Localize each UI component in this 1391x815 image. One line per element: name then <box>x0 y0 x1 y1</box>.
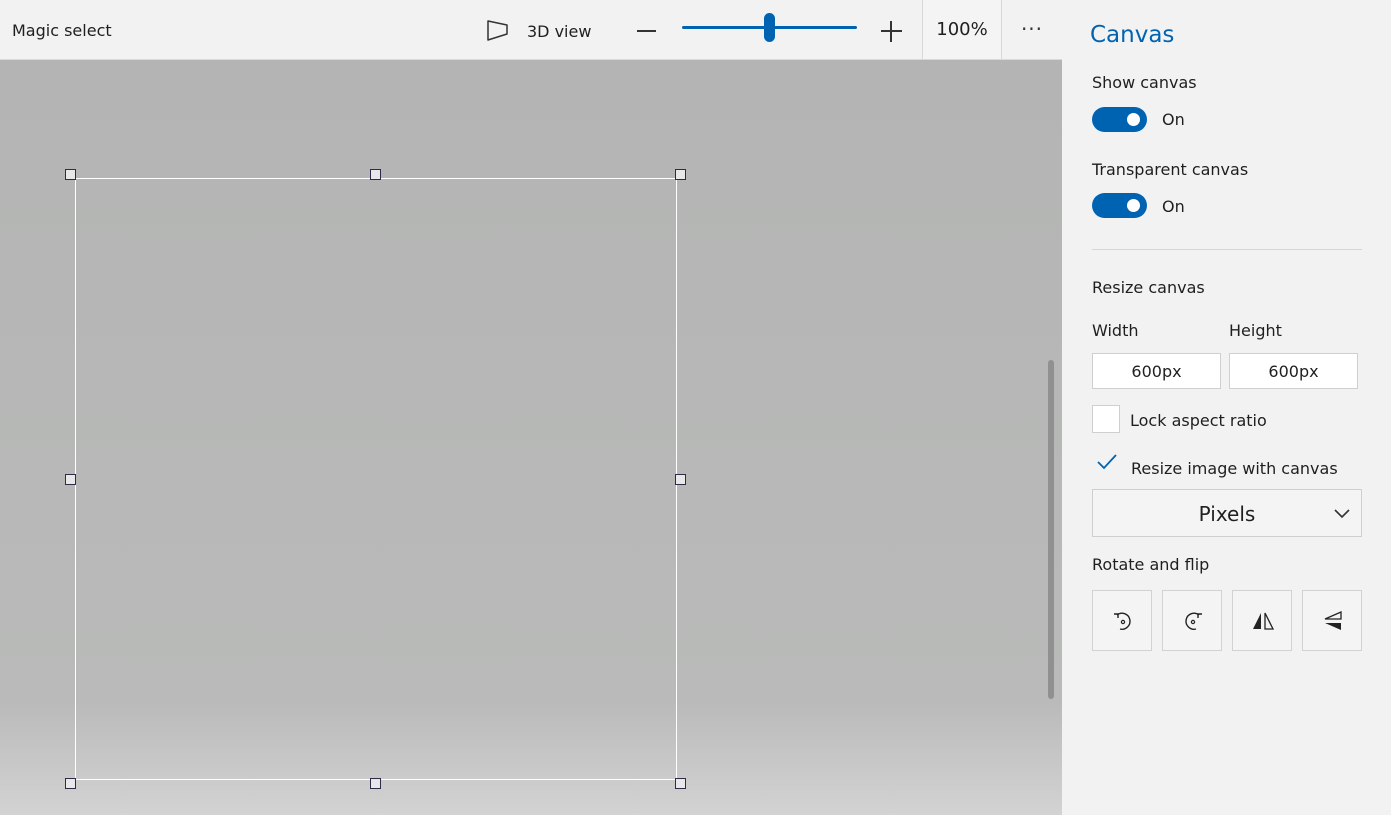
rotate-right-icon <box>1185 612 1202 630</box>
canvas-panel: Canvas Show canvas On Transparent canvas… <box>1062 0 1391 815</box>
vertical-scrollbar[interactable] <box>1048 360 1054 699</box>
zoom-slider-thumb[interactable] <box>764 13 775 42</box>
rotate-flip-heading: Rotate and flip <box>1092 555 1210 574</box>
toggle-knob <box>1127 113 1140 126</box>
resize-handle-left[interactable] <box>65 474 76 485</box>
show-canvas-state: On <box>1162 110 1185 129</box>
flip-vertical-icon <box>1324 611 1342 630</box>
height-label: Height <box>1229 321 1282 340</box>
transparent-canvas-label: Transparent canvas <box>1092 160 1249 179</box>
panel-title: Canvas <box>1090 22 1175 48</box>
show-canvas-toggle[interactable] <box>1092 107 1147 132</box>
resize-image-checkbox[interactable] <box>1092 449 1120 477</box>
width-label: Width <box>1092 321 1139 340</box>
resize-handle-right[interactable] <box>675 474 686 485</box>
more-options-button[interactable]: ··· <box>1012 14 1052 48</box>
toggle-knob <box>1127 199 1140 212</box>
width-input[interactable] <box>1092 353 1221 389</box>
chevron-down-icon <box>1334 509 1350 519</box>
units-dropdown[interactable]: Pixels <box>1092 489 1362 537</box>
resize-handle-top-right[interactable] <box>675 169 686 180</box>
show-canvas-label: Show canvas <box>1092 73 1197 92</box>
rotate-right-button[interactable] <box>1162 590 1222 651</box>
flip-horizontal-button[interactable] <box>1232 590 1292 651</box>
resize-handle-bottom-left[interactable] <box>65 778 76 789</box>
lock-aspect-ratio-checkbox[interactable] <box>1092 405 1120 433</box>
units-dropdown-value: Pixels <box>1198 502 1256 526</box>
resize-handle-top-left[interactable] <box>65 169 76 180</box>
lock-aspect-ratio-label: Lock aspect ratio <box>1130 411 1267 430</box>
flip-horizontal-icon <box>1253 612 1275 630</box>
top-toolbar: Magic select 3D view 100% ··· <box>0 0 1062 60</box>
transparent-canvas-toggle[interactable] <box>1092 193 1147 218</box>
zoom-value-display[interactable]: 100% <box>922 0 1002 60</box>
resize-handle-bottom-right[interactable] <box>675 778 686 789</box>
height-input[interactable] <box>1229 353 1358 389</box>
transparent-canvas-state: On <box>1162 197 1185 216</box>
3d-view-icon[interactable] <box>485 19 511 43</box>
rotate-left-icon <box>1114 612 1131 630</box>
zoom-in-button[interactable] <box>873 14 909 48</box>
canvas-area[interactable] <box>75 178 677 780</box>
3d-view-button[interactable]: 3D view <box>527 22 591 42</box>
resize-canvas-heading: Resize canvas <box>1092 278 1205 297</box>
magic-select-button[interactable]: Magic select <box>12 21 112 41</box>
resize-handle-bottom[interactable] <box>370 778 381 789</box>
flip-vertical-button[interactable] <box>1302 590 1362 651</box>
resize-handle-top[interactable] <box>370 169 381 180</box>
rotate-left-button[interactable] <box>1092 590 1152 651</box>
panel-divider <box>1092 249 1362 250</box>
zoom-out-button[interactable] <box>628 14 664 48</box>
checkmark-icon <box>1097 454 1117 470</box>
resize-image-label: Resize image with canvas <box>1131 459 1338 478</box>
